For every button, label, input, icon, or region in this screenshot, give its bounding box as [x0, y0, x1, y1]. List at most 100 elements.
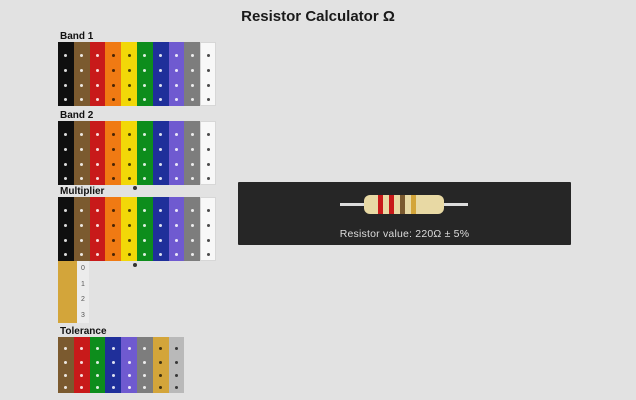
- band-2-yellow-swatch[interactable]: [121, 121, 137, 185]
- band-1-brown-swatch[interactable]: [73, 42, 90, 106]
- band-2-red-swatch[interactable]: [89, 121, 106, 185]
- swatch-marker: [111, 253, 115, 257]
- multiplier-digit: 3: [81, 311, 85, 319]
- band-1-yellow-swatch[interactable]: [121, 42, 137, 106]
- swatch-marker: [159, 84, 163, 88]
- swatch-marker: [190, 53, 194, 57]
- swatch-marker: [95, 223, 99, 227]
- tolerance-label: Tolerance: [60, 326, 107, 337]
- swatch-marker: [127, 132, 131, 136]
- swatch-marker: [190, 132, 194, 136]
- band-2-white-swatch[interactable]: [200, 121, 216, 185]
- multiplier-digits: 0 1 2 3: [77, 261, 89, 323]
- multiplier-violet-swatch[interactable]: [168, 197, 185, 261]
- multiplier-extra-picker: 0 1 2 3: [58, 261, 89, 323]
- band-1-white-swatch[interactable]: [200, 42, 216, 106]
- band-1-green-swatch[interactable]: [136, 42, 153, 106]
- swatch-marker: [80, 360, 84, 364]
- swatch-marker: [95, 208, 99, 212]
- swatch-marker: [174, 132, 178, 136]
- swatch-marker: [80, 84, 84, 88]
- tolerance-grey-swatch[interactable]: [136, 337, 153, 393]
- tolerance-red-swatch[interactable]: [73, 337, 90, 393]
- multiplier-picker: [58, 197, 216, 261]
- band-2-orange-swatch[interactable]: [105, 121, 122, 185]
- band-1-red-swatch[interactable]: [89, 42, 106, 106]
- tolerance-green-swatch[interactable]: [89, 337, 106, 393]
- multiplier-brown-swatch[interactable]: [73, 197, 90, 261]
- multiplier-red-swatch[interactable]: [89, 197, 106, 261]
- swatch-marker: [127, 68, 131, 72]
- band-1-grey-swatch[interactable]: [184, 42, 201, 106]
- band-1-picker: [58, 42, 216, 106]
- band-2-brown-swatch[interactable]: [73, 121, 90, 185]
- swatch-marker: [159, 208, 163, 212]
- multiplier-orange-swatch[interactable]: [105, 197, 122, 261]
- multiplier-extra-gold-swatch[interactable]: [58, 261, 77, 323]
- swatch-marker: [143, 132, 147, 136]
- band-1-violet-swatch[interactable]: [168, 42, 185, 106]
- swatch-marker: [80, 239, 84, 243]
- swatch-marker: [127, 147, 131, 151]
- band-2-violet-swatch[interactable]: [168, 121, 185, 185]
- band-2-black-swatch[interactable]: [58, 121, 74, 185]
- band-1-blue-swatch[interactable]: [152, 42, 169, 106]
- swatch-marker: [143, 360, 147, 364]
- swatch-marker: [174, 53, 178, 57]
- multiplier-yellow-swatch[interactable]: [121, 197, 137, 261]
- swatch-marker: [190, 253, 194, 257]
- tolerance-silver-swatch[interactable]: [168, 337, 185, 393]
- swatch-marker: [127, 84, 131, 88]
- swatch-marker: [127, 386, 131, 390]
- swatch-marker: [111, 132, 115, 136]
- swatch-marker: [64, 68, 68, 72]
- swatch-marker: [95, 360, 99, 364]
- swatch-marker: [64, 132, 68, 136]
- swatch-marker: [174, 239, 178, 243]
- swatch-marker: [64, 53, 68, 57]
- band-2-green-swatch[interactable]: [136, 121, 153, 185]
- multiplier-label: Multiplier: [60, 186, 105, 197]
- swatch-marker: [174, 68, 178, 72]
- band-2-blue-swatch[interactable]: [152, 121, 169, 185]
- resistor-band-4: [411, 195, 416, 214]
- multiplier-black-swatch[interactable]: [58, 197, 74, 261]
- band-2-grey-swatch[interactable]: [184, 121, 201, 185]
- page-title: Resistor Calculator Ω: [241, 8, 395, 25]
- swatch-marker: [80, 132, 84, 136]
- swatch-marker: [143, 223, 147, 227]
- swatch-marker: [64, 208, 68, 212]
- swatch-marker: [111, 84, 115, 88]
- tolerance-violet-swatch[interactable]: [121, 337, 137, 393]
- swatch-marker: [206, 148, 210, 152]
- swatch-marker: [80, 208, 84, 212]
- swatch-marker: [111, 373, 115, 377]
- band-1-label: Band 1: [60, 31, 94, 42]
- band-1-black-swatch[interactable]: [58, 42, 74, 106]
- tolerance-brown-swatch[interactable]: [58, 337, 74, 393]
- tolerance-gold-swatch[interactable]: [152, 337, 169, 393]
- swatch-marker: [190, 223, 194, 227]
- swatch-marker: [80, 386, 84, 390]
- multiplier-grey-swatch[interactable]: [184, 197, 201, 261]
- swatch-marker: [190, 163, 194, 167]
- multiplier-digit: 0: [81, 265, 85, 273]
- swatch-marker: [143, 53, 147, 57]
- swatch-marker: [64, 386, 68, 390]
- band-1-orange-swatch[interactable]: [105, 42, 122, 106]
- multiplier-green-swatch[interactable]: [136, 197, 153, 261]
- multiplier-blue-swatch[interactable]: [152, 197, 169, 261]
- multiplier-marker: [133, 263, 137, 267]
- swatch-marker: [95, 147, 99, 151]
- swatch-marker: [64, 239, 68, 243]
- multiplier-digit: 2: [81, 296, 85, 304]
- swatch-marker: [174, 223, 178, 227]
- swatch-marker: [80, 147, 84, 151]
- swatch-marker: [80, 253, 84, 257]
- multiplier-white-swatch[interactable]: [200, 197, 216, 261]
- tolerance-blue-swatch[interactable]: [105, 337, 122, 393]
- swatch-marker: [143, 68, 147, 72]
- swatch-marker: [95, 253, 99, 257]
- swatch-marker: [64, 84, 68, 88]
- swatch-marker: [190, 147, 194, 151]
